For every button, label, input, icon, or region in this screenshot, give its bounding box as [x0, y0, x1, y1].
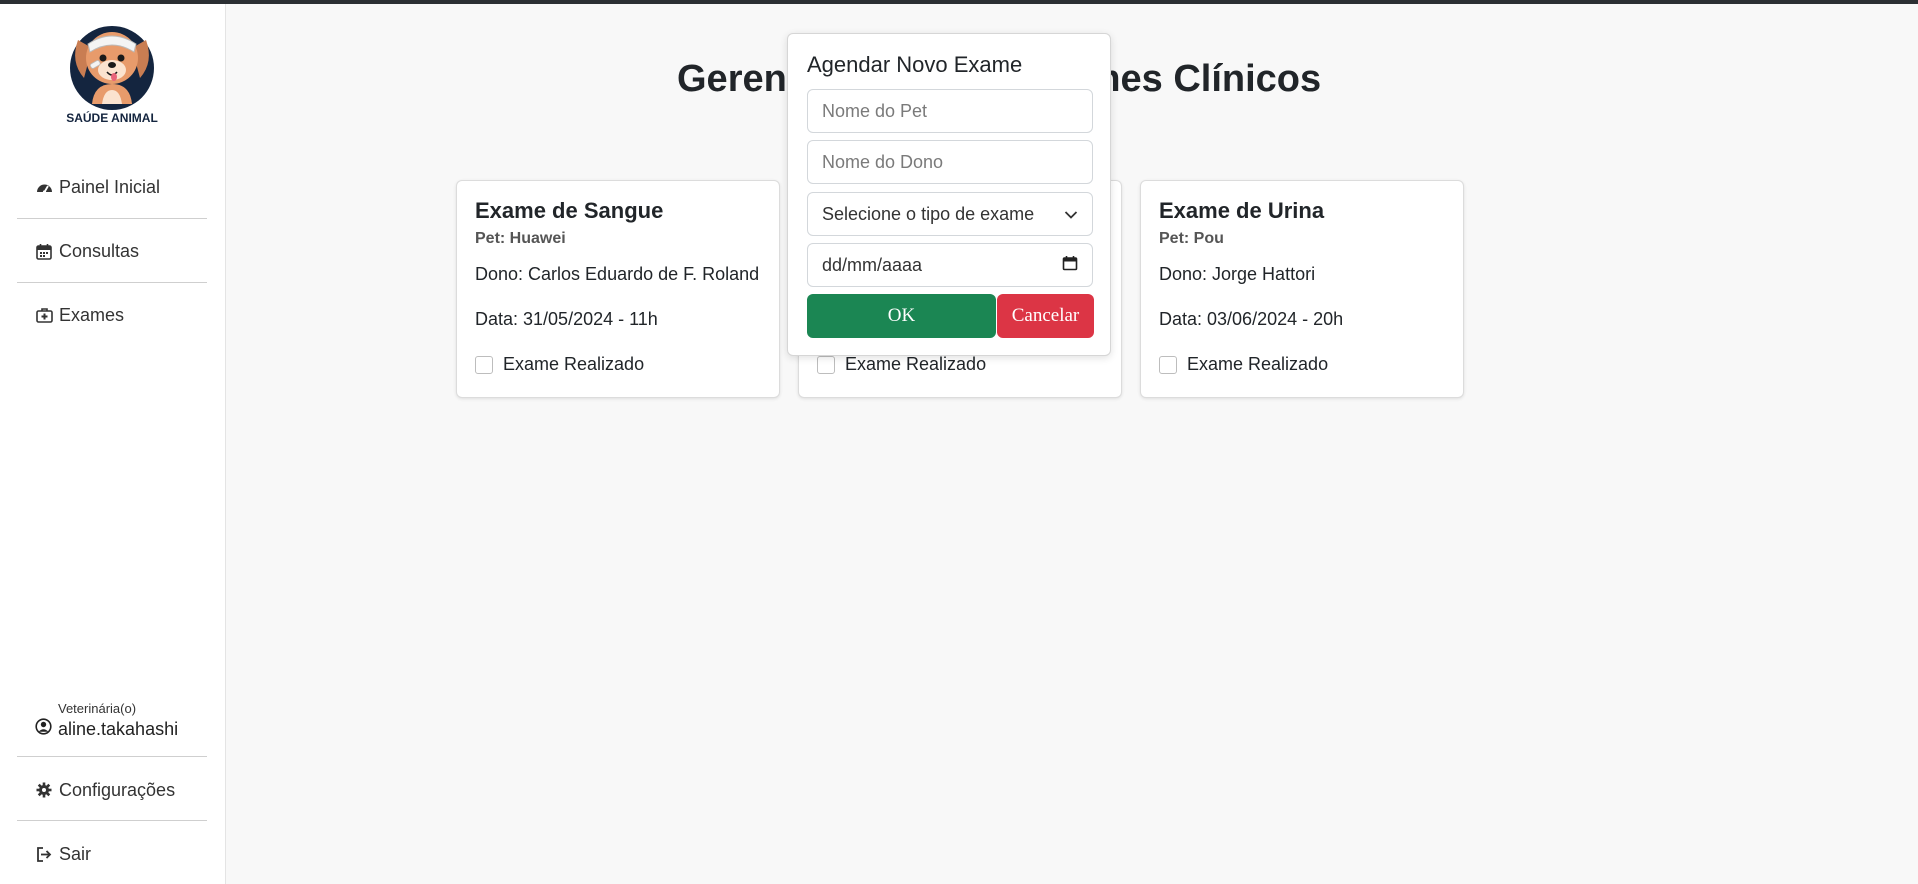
sidebar-item-label: Exames [59, 304, 125, 325]
window-top-bar [0, 0, 1918, 4]
sidebar-divider [17, 218, 207, 219]
cancel-button[interactable]: Cancelar [997, 294, 1094, 338]
user-name-link[interactable]: aline.takahashi [35, 716, 178, 742]
sidebar-item-painel-inicial[interactable]: Painel Inicial [35, 174, 160, 200]
exam-done-checkbox[interactable] [817, 355, 835, 374]
pet-name-input[interactable] [822, 100, 1078, 122]
exam-done-toggle[interactable]: Exame Realizado [1159, 354, 1328, 375]
exam-date: Data: 31/05/2024 - 11h [475, 309, 658, 329]
exam-type-select[interactable]: Selecione o tipo de exame [807, 192, 1093, 236]
modal-title: Agendar Novo Exame [807, 52, 1023, 77]
exam-type-selected: Selecione o tipo de exame [822, 203, 1035, 224]
logout-icon [35, 845, 53, 863]
exam-title: Exame de Sangue [475, 198, 664, 223]
exam-done-toggle[interactable]: Exame Realizado [817, 354, 986, 375]
sidebar-item-label: Configurações [59, 779, 176, 800]
sidebar-divider [17, 820, 207, 821]
exam-owner: Dono: Jorge Hattori [1159, 264, 1316, 284]
sidebar-item-sair[interactable]: Sair [35, 841, 91, 867]
pet-name-field[interactable] [807, 89, 1093, 133]
exam-done-toggle[interactable]: Exame Realizado [475, 354, 644, 375]
sidebar-item-configuracoes[interactable]: Configurações [35, 777, 175, 803]
exam-owner: Dono: Carlos Eduardo de F. Roland [475, 264, 760, 284]
sidebar-item-consultas[interactable]: Consultas [35, 238, 139, 264]
user-role: Veterinária(o) [58, 701, 137, 716]
owner-name-input[interactable] [822, 151, 1078, 173]
exam-card: Exame de Urina Pet: Pou Dono: Jorge Hatt… [1140, 180, 1464, 398]
exam-done-checkbox[interactable] [1159, 355, 1177, 374]
ok-button[interactable]: OK [807, 294, 996, 338]
brand-logo[interactable]: SAÚDE ANIMAL [58, 14, 166, 126]
schedule-exam-modal: Agendar Novo Exame Selecione o tipo de e… [787, 33, 1111, 356]
exam-card: Exame de Sangue Pet: Huawei Dono: Carlos… [456, 180, 780, 398]
exam-done-label: Exame Realizado [503, 354, 645, 374]
sidebar-item-label: Sair [59, 843, 92, 864]
exam-pet: Pet: Huawei [475, 230, 566, 247]
exam-done-label: Exame Realizado [1187, 354, 1329, 374]
sidebar-divider [17, 756, 207, 757]
user-name: aline.takahashi [58, 718, 179, 739]
medkit-icon [35, 306, 53, 324]
logo-text: SAÚDE ANIMAL [66, 110, 158, 125]
exam-date-placeholder: dd/mm/aaaa [822, 254, 923, 275]
exam-title: Exame de Urina [1159, 198, 1325, 223]
user-circle-icon [35, 718, 52, 740]
exam-done-label: Exame Realizado [845, 354, 987, 374]
chevron-down-icon [1064, 204, 1078, 225]
gear-icon [35, 781, 53, 799]
sidebar-divider [17, 282, 207, 283]
owner-name-field[interactable] [807, 140, 1093, 184]
exam-date-field[interactable]: dd/mm/aaaa [807, 243, 1093, 287]
exam-date: Data: 03/06/2024 - 20h [1159, 309, 1344, 329]
sidebar-item-exames[interactable]: Exames [35, 302, 124, 328]
calendar-picker-icon[interactable] [1062, 255, 1078, 276]
sidebar: SAÚDE ANIMAL Painel Inicial Consultas Ex… [0, 4, 226, 884]
exam-done-checkbox[interactable] [475, 355, 493, 374]
sidebar-item-label: Painel Inicial [59, 176, 161, 197]
exam-pet: Pet: Pou [1159, 230, 1224, 247]
sidebar-item-label: Consultas [59, 240, 140, 261]
calendar-icon [35, 242, 53, 260]
dashboard-icon [35, 178, 53, 196]
bandaged-dog-logo-icon: SAÚDE ANIMAL [66, 26, 158, 125]
